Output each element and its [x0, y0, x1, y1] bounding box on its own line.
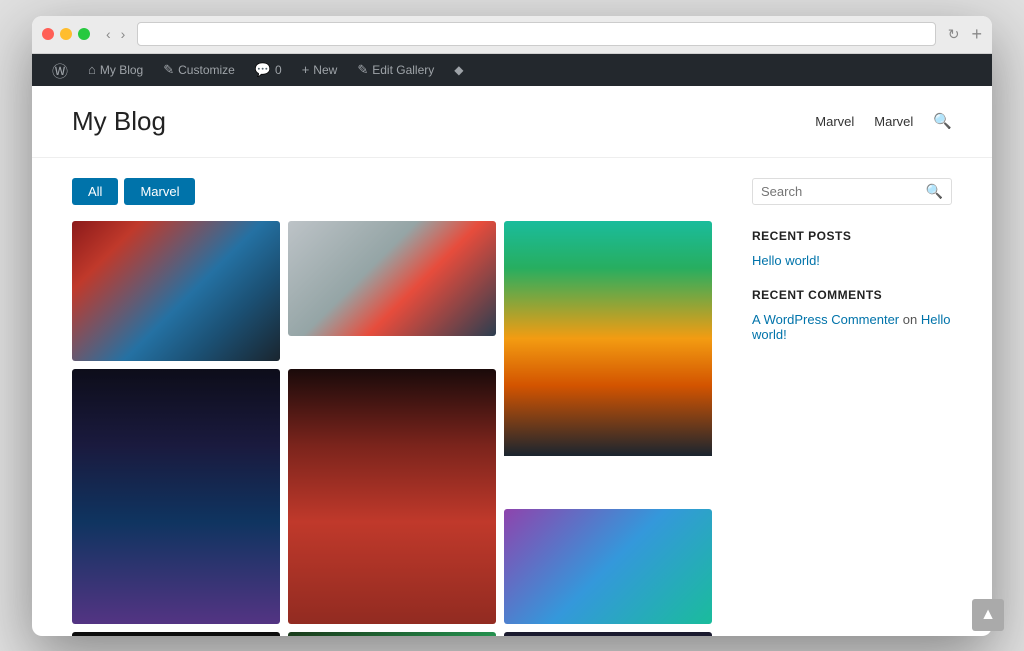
admin-bar-new[interactable]: + New: [292, 54, 348, 86]
gallery-item-wolverine[interactable]: [504, 221, 712, 501]
maximize-button[interactable]: [78, 28, 90, 40]
home-icon: ⌂: [88, 62, 96, 77]
search-icon[interactable]: 🔍: [933, 112, 952, 130]
forward-button[interactable]: ›: [117, 24, 130, 44]
site-title: My Blog: [72, 106, 166, 137]
main-layout: All Marvel: [32, 158, 992, 636]
comment-author-link[interactable]: A WordPress Commenter: [752, 312, 899, 327]
gallery-area: All Marvel: [72, 178, 712, 636]
sidebar: 🔍 RECENT POSTS Hello world! RECENT COMME…: [752, 178, 952, 636]
back-button[interactable]: ‹: [102, 24, 115, 44]
filter-all-button[interactable]: All: [72, 178, 118, 205]
admin-bar-myblog[interactable]: ⌂ My Blog: [78, 54, 153, 86]
new-tab-button[interactable]: +: [971, 24, 982, 45]
search-input[interactable]: [761, 184, 926, 199]
browser-window: ‹ › ↻ + Ⓦ ⌂ My Blog ✎ Customize 💬 0 + Ne…: [32, 16, 992, 636]
diamond-icon: ◆: [454, 63, 463, 77]
wp-logo[interactable]: Ⓦ: [42, 54, 78, 86]
gallery-item-groot2[interactable]: [288, 632, 496, 636]
recent-comment-1: A WordPress Commenter on Hello world!: [752, 312, 952, 342]
title-bar: ‹ › ↻ +: [32, 16, 992, 54]
admin-bar-comments-count: 0: [275, 63, 282, 77]
wp-admin-bar: Ⓦ ⌂ My Blog ✎ Customize 💬 0 + New ✎ Edit…: [32, 54, 992, 86]
search-box[interactable]: 🔍: [752, 178, 952, 205]
gallery-item-spiderman-pose[interactable]: [288, 369, 496, 624]
nav-link-marvel-2[interactable]: Marvel: [874, 114, 913, 129]
recent-comments-section: RECENT COMMENTS A WordPress Commenter on…: [752, 288, 952, 342]
site-content: My Blog Marvel Marvel 🔍 All Marvel: [32, 86, 992, 636]
admin-bar-new-label: New: [313, 63, 337, 77]
gallery-item-spiderman-street[interactable]: [288, 221, 496, 336]
recent-posts-section: RECENT POSTS Hello world!: [752, 229, 952, 268]
gallery-item-spiderman-miles[interactable]: [504, 632, 712, 636]
admin-bar-myblog-label: My Blog: [100, 63, 143, 77]
recent-comments-title: RECENT COMMENTS: [752, 288, 952, 302]
nav-link-marvel-1[interactable]: Marvel: [815, 114, 854, 129]
admin-bar-customize-label: Customize: [178, 63, 235, 77]
admin-bar-edit-gallery-label: Edit Gallery: [372, 63, 434, 77]
site-nav: Marvel Marvel 🔍: [815, 112, 952, 130]
site-header: My Blog Marvel Marvel 🔍: [32, 86, 992, 158]
gallery-grid: MARVEL: [72, 221, 712, 636]
edit-icon: ✎: [357, 62, 368, 78]
reload-button[interactable]: ↻: [948, 26, 960, 43]
gallery-item-graffiti[interactable]: [504, 509, 712, 624]
nav-arrows: ‹ ›: [102, 24, 129, 44]
recent-post-hello-world[interactable]: Hello world!: [752, 253, 952, 268]
minimize-button[interactable]: [60, 28, 72, 40]
plus-icon: +: [302, 62, 310, 77]
close-button[interactable]: [42, 28, 54, 40]
traffic-lights: [42, 28, 90, 40]
customize-icon: ✎: [163, 62, 174, 78]
admin-bar-edit-gallery[interactable]: ✎ Edit Gallery: [347, 54, 444, 86]
wp-logo-icon: Ⓦ: [52, 58, 68, 82]
scroll-to-top-button[interactable]: ▲: [972, 599, 1004, 631]
gallery-item-groot[interactable]: [72, 369, 280, 624]
admin-bar-diamond[interactable]: ◆: [444, 54, 473, 86]
comment-connector: on: [903, 312, 921, 327]
address-bar[interactable]: [137, 22, 935, 46]
gallery-item-stan-lee[interactable]: [72, 221, 280, 361]
filter-buttons: All Marvel: [72, 178, 712, 205]
search-submit-icon[interactable]: 🔍: [926, 183, 943, 200]
recent-posts-title: RECENT POSTS: [752, 229, 952, 243]
admin-bar-customize[interactable]: ✎ Customize: [153, 54, 245, 86]
gallery-item-marvel-logo[interactable]: MARVEL: [72, 632, 280, 636]
comment-icon: 💬: [255, 62, 271, 78]
filter-marvel-button[interactable]: Marvel: [124, 178, 195, 205]
admin-bar-comments[interactable]: 💬 0: [245, 54, 292, 86]
